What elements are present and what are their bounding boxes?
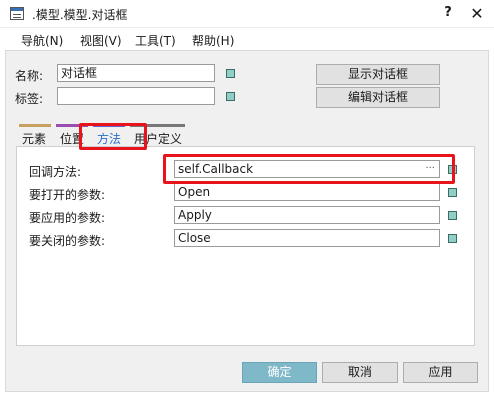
tab-elements[interactable]: 元素 bbox=[22, 126, 46, 146]
edit-dialog-button[interactable]: 编辑对话框 bbox=[316, 87, 440, 108]
title-bar: .模型.模型.对话框 ? ✕ bbox=[0, 0, 494, 28]
callback-row-highlight bbox=[163, 154, 455, 184]
name-status-square[interactable] bbox=[226, 69, 235, 78]
apply-args-input[interactable]: Apply bbox=[174, 206, 440, 224]
app-window-icon bbox=[10, 7, 24, 20]
menu-item-navigate[interactable]: 导航(N) bbox=[21, 32, 63, 49]
ok-button[interactable]: 确定 bbox=[242, 362, 317, 383]
close-args-label: 要关闭的参数: bbox=[29, 234, 106, 248]
methods-tab-highlight bbox=[79, 123, 147, 150]
tag-input[interactable] bbox=[57, 87, 215, 105]
open-args-label: 要打开的参数: bbox=[29, 188, 106, 202]
menu-item-tools[interactable]: 工具(T) bbox=[135, 32, 176, 49]
menu-item-view[interactable]: 视图(V) bbox=[80, 32, 122, 49]
show-dialog-button[interactable]: 显示对话框 bbox=[316, 64, 440, 85]
tag-label: 标签: bbox=[15, 92, 44, 106]
callback-method-label: 回调方法: bbox=[29, 165, 82, 179]
name-input[interactable]: 对话框 bbox=[57, 64, 215, 82]
menu-item-help[interactable]: 帮助(H) bbox=[192, 32, 234, 49]
close-icon[interactable]: ✕ bbox=[468, 4, 486, 23]
window-title: .模型.模型.对话框 bbox=[32, 8, 128, 22]
close-args-status-square[interactable] bbox=[448, 234, 457, 243]
apply-args-status-square[interactable] bbox=[448, 211, 457, 220]
open-args-input[interactable]: Open bbox=[174, 183, 440, 201]
tag-status-square[interactable] bbox=[226, 92, 235, 101]
help-button[interactable]: ? bbox=[440, 5, 456, 23]
name-label: 名称: bbox=[15, 69, 44, 83]
apply-args-label: 要应用的参数: bbox=[29, 211, 106, 225]
cancel-button[interactable]: 取消 bbox=[322, 362, 398, 383]
open-args-status-square[interactable] bbox=[448, 188, 457, 197]
menu-bar: 导航(N) 视图(V) 工具(T) 帮助(H) bbox=[0, 28, 494, 50]
apply-button[interactable]: 应用 bbox=[403, 362, 478, 383]
close-args-input[interactable]: Close bbox=[174, 229, 440, 247]
